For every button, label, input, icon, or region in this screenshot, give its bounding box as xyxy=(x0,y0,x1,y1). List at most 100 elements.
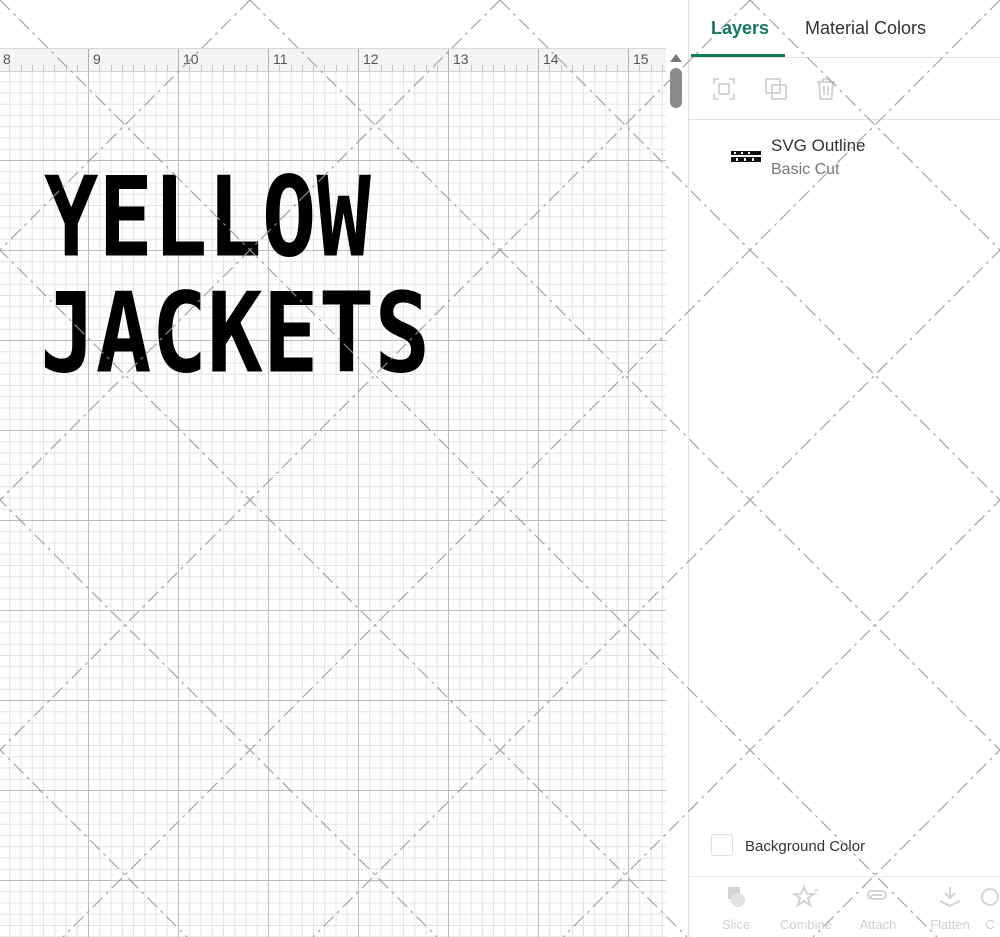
canvas-top-strip xyxy=(0,0,688,48)
slice-label: Slice xyxy=(721,917,751,932)
slice-button[interactable]: Slice xyxy=(701,885,771,932)
ruler-minor-tick xyxy=(391,65,393,71)
ruler-minor-tick xyxy=(245,65,247,71)
ruler-minor-tick xyxy=(436,65,438,71)
ruler-minor-tick xyxy=(43,65,44,71)
ruler-minor-tick xyxy=(414,65,416,71)
ruler-minor-tick xyxy=(459,65,461,71)
ruler-label: 14 xyxy=(543,51,559,67)
ruler-minor-tick xyxy=(110,65,112,71)
ruler-minor-tick xyxy=(313,65,314,71)
ruler-minor-tick xyxy=(189,65,191,71)
attach-icon xyxy=(867,890,887,900)
ruler-major-tick xyxy=(538,49,539,71)
bottom-actions-bar: Slice Combine Attach Flatten C xyxy=(689,876,1000,937)
design-group-yellow-jackets[interactable]: YELLOW JACKETS xyxy=(40,162,635,388)
slice-icon xyxy=(728,887,745,907)
ruler-minor-tick xyxy=(425,65,427,71)
ruler-major-tick xyxy=(358,49,359,71)
background-color-row: Background Color xyxy=(689,830,1000,866)
ruler-minor-tick xyxy=(369,65,371,71)
ruler-minor-tick xyxy=(504,65,506,71)
ruler-minor-tick xyxy=(380,65,382,71)
contour-label: C xyxy=(985,917,995,932)
tab-material-colors[interactable]: Material Colors xyxy=(805,18,926,39)
attach-button[interactable]: Attach xyxy=(843,885,913,932)
ruler-major-tick xyxy=(448,49,449,71)
background-color-swatch[interactable] xyxy=(711,834,733,856)
contour-button[interactable]: C xyxy=(975,885,1000,932)
ruler-minor-tick xyxy=(493,65,494,71)
ruler-label: 12 xyxy=(363,51,379,67)
ruler-label: 10 xyxy=(183,51,199,67)
tab-layers[interactable]: Layers xyxy=(711,18,769,39)
design-canvas[interactable]: YELLOW JACKETS xyxy=(0,72,666,937)
ruler-minor-tick xyxy=(256,65,258,71)
ruler-minor-tick xyxy=(166,65,168,71)
design-text-line-1[interactable]: YELLOW xyxy=(44,162,558,272)
ruler-minor-tick xyxy=(211,65,213,71)
active-tab-indicator xyxy=(691,54,785,57)
ruler-minor-tick xyxy=(144,65,146,71)
layer-thumbnail xyxy=(731,150,761,164)
layer-item[interactable]: SVG Outline Basic Cut xyxy=(689,126,1000,186)
ruler-minor-tick xyxy=(121,65,123,71)
ruler-minor-tick xyxy=(324,65,326,71)
ruler-major-tick xyxy=(88,49,89,71)
ruler-minor-tick xyxy=(200,65,202,71)
layer-operation[interactable]: Basic Cut xyxy=(771,161,839,179)
scrollbar-thumb[interactable] xyxy=(670,68,682,108)
panel-tabs: Layers Material Colors xyxy=(689,0,1000,58)
duplicate-icon[interactable] xyxy=(763,76,789,102)
ruler-minor-tick xyxy=(65,65,67,71)
group-icon[interactable] xyxy=(711,76,737,102)
ruler-minor-tick xyxy=(155,65,157,71)
ruler-minor-tick xyxy=(279,65,281,71)
ruler-minor-tick xyxy=(616,65,618,71)
ruler-label: 13 xyxy=(453,51,469,67)
ruler-minor-tick xyxy=(335,65,337,71)
layers-panel: Layers Material Colors SVG Outline Basic… xyxy=(688,0,1000,937)
delete-icon[interactable] xyxy=(813,76,839,102)
combine-label: Combine xyxy=(779,917,833,932)
ruler-major-tick xyxy=(268,49,269,71)
ruler-label: 11 xyxy=(273,51,288,67)
ruler-minor-tick xyxy=(301,65,303,71)
ruler-minor-tick xyxy=(594,65,596,71)
contour-icon xyxy=(981,888,999,906)
design-text-line-2[interactable]: JACKETS xyxy=(40,278,570,388)
layers-toolbar xyxy=(689,58,1000,120)
background-color-label: Background Color xyxy=(745,838,866,855)
ruler-minor-tick xyxy=(9,65,11,71)
ruler-minor-tick xyxy=(515,65,517,71)
ruler-minor-tick xyxy=(481,65,483,71)
flatten-icon xyxy=(939,887,961,908)
combine-icon xyxy=(793,885,819,908)
layer-name: SVG Outline xyxy=(771,136,866,155)
ruler-minor-tick xyxy=(346,65,348,71)
ruler-minor-tick xyxy=(470,65,472,71)
ruler-minor-tick xyxy=(661,65,663,71)
ruler-minor-tick xyxy=(560,65,562,71)
ruler-minor-tick xyxy=(99,65,101,71)
ruler-minor-tick xyxy=(31,65,33,71)
ruler-minor-tick xyxy=(76,65,78,71)
combine-button[interactable]: Combine xyxy=(771,885,841,932)
ruler-minor-tick xyxy=(133,65,134,71)
ruler-minor-tick xyxy=(20,65,22,71)
ruler-minor-tick xyxy=(639,65,641,71)
ruler-major-tick xyxy=(628,49,629,71)
ruler-minor-tick xyxy=(549,65,551,71)
ruler-minor-tick xyxy=(650,65,652,71)
ruler-label: 15 xyxy=(633,51,649,67)
ruler-minor-tick xyxy=(605,65,607,71)
ruler-minor-tick xyxy=(571,65,573,71)
ruler-minor-tick xyxy=(403,65,404,71)
horizontal-ruler: 8 9 10 11 12 13 14 15 xyxy=(0,48,666,72)
ruler-minor-tick xyxy=(54,65,56,71)
canvas-vertical-scrollbar[interactable] xyxy=(666,48,686,937)
ruler-minor-tick xyxy=(234,65,236,71)
ruler-minor-tick xyxy=(290,65,292,71)
ruler-minor-tick xyxy=(223,65,224,71)
scroll-up-arrow-icon[interactable] xyxy=(670,54,682,62)
